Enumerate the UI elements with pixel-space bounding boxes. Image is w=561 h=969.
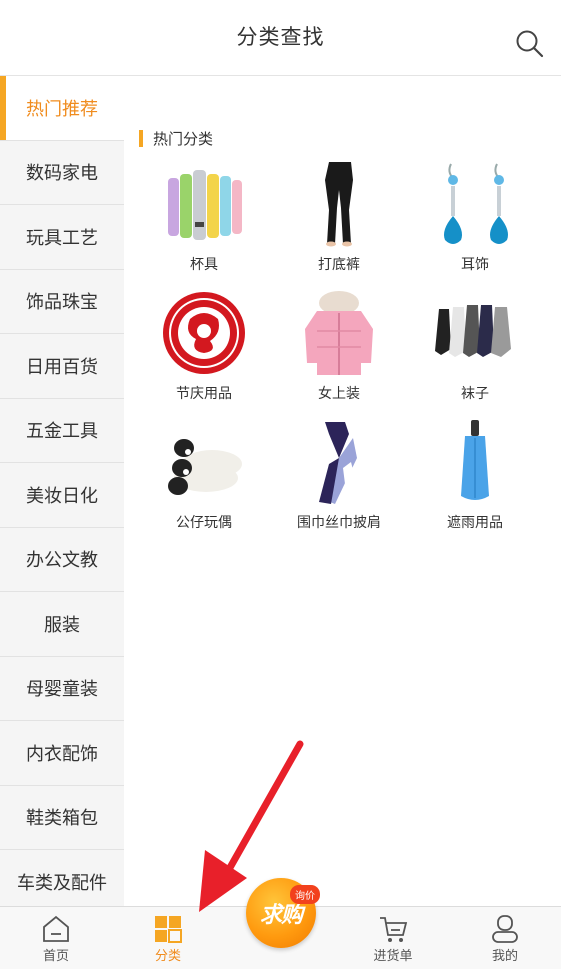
sidebar-item-shoes-bags[interactable]: 鞋类箱包 — [0, 786, 124, 850]
section-title: 热门分类 — [153, 130, 214, 148]
thermos-bottles-icon — [168, 170, 242, 240]
sidebar-item-toys[interactable]: 玩具工艺 — [0, 205, 124, 270]
plush-dog-icon — [168, 439, 242, 495]
sidebar-item-daily[interactable]: 日用百货 — [0, 334, 124, 399]
papercut-icon — [163, 292, 245, 374]
category-tile-earrings[interactable]: 耳饰 — [410, 160, 540, 274]
cart-icon — [380, 917, 408, 942]
sidebar-item-office[interactable]: 办公文教 — [0, 528, 124, 592]
top-bar: 分类查找 — [0, 0, 561, 76]
category-tile-socks[interactable]: 袜子 — [410, 289, 540, 403]
category-label: 杯具 — [190, 257, 218, 273]
sidebar-item-baby[interactable]: 母婴童装 — [0, 657, 124, 721]
sidebar-item-digital[interactable]: 数码家电 — [0, 141, 124, 205]
category-label: 袜子 — [461, 386, 489, 402]
category-tile-festival[interactable]: 节庆用品 — [139, 289, 269, 403]
category-label: 耳饰 — [461, 257, 489, 273]
scarf-icon — [319, 422, 357, 504]
sidebar-item-vehicles[interactable]: 车类及配件 — [0, 850, 124, 906]
search-icon[interactable] — [515, 29, 545, 59]
category-tile-womens-tops[interactable]: 女上装 — [274, 289, 404, 403]
down-jacket-icon — [305, 291, 373, 375]
nav-cart[interactable]: 进货单 — [348, 907, 438, 969]
annotation-arrow-icon — [199, 740, 304, 912]
home-icon — [43, 915, 69, 942]
category-tile-cups[interactable]: 杯具 — [139, 160, 269, 274]
nav-mine[interactable]: 我的 — [460, 907, 550, 969]
category-tile-rain-gear[interactable]: 遮雨用品 — [410, 418, 540, 532]
sidebar-item-underwear[interactable]: 内衣配饰 — [0, 721, 124, 786]
user-icon — [492, 915, 518, 943]
section-accent-bar — [139, 130, 143, 147]
sidebar-item-jewelry[interactable]: 饰品珠宝 — [0, 270, 124, 334]
leggings-icon — [325, 162, 353, 247]
sidebar-item-hot[interactable]: 热门推荐 — [0, 76, 124, 141]
category-sidebar: 热门推荐 数码家电 玩具工艺 饰品珠宝 日用百货 五金工具 美妆日化 办公文教 … — [0, 76, 124, 906]
category-tile-scarves[interactable]: 围巾丝巾披肩 — [274, 418, 404, 532]
nav-home[interactable]: 首页 — [11, 907, 101, 969]
category-tile-leggings[interactable]: 打底裤 — [274, 160, 404, 274]
earrings-icon — [444, 163, 508, 244]
page-title: 分类查找 — [236, 24, 325, 49]
category-label: 打底裤 — [318, 257, 360, 273]
category-grid-icon — [155, 916, 182, 943]
sidebar-item-cosmetics[interactable]: 美妆日化 — [0, 463, 124, 528]
category-label: 节庆用品 — [176, 386, 232, 402]
category-tile-plush[interactable]: 公仔玩偶 — [139, 418, 269, 532]
category-label: 围巾丝巾披肩 — [297, 515, 381, 531]
category-label: 遮雨用品 — [447, 515, 503, 531]
socks-icon — [435, 305, 511, 357]
sidebar-item-hardware[interactable]: 五金工具 — [0, 399, 124, 463]
category-label: 女上装 — [318, 386, 360, 402]
category-label: 公仔玩偶 — [176, 515, 232, 531]
sidebar-item-clothing[interactable]: 服装 — [0, 592, 124, 657]
section-header: 热门分类 — [139, 128, 213, 149]
umbrella-icon — [461, 420, 489, 500]
